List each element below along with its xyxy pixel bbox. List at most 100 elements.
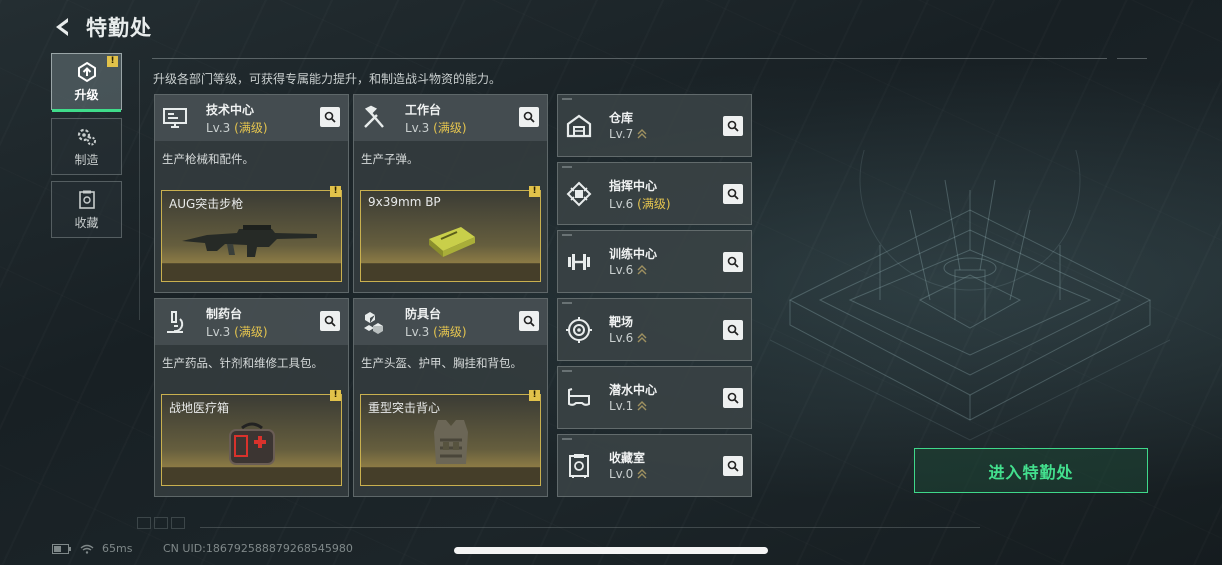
workshop-name: 工作台 [405,103,442,117]
building-level: Lv.7 [609,127,647,141]
ping-value: 65ms [102,542,133,555]
building-level: Lv.1 [609,399,647,413]
medical-kit-image [228,422,275,465]
upgrade-available-icon [637,265,647,275]
home-indicator[interactable] [454,547,768,554]
tab-collection[interactable]: 收藏 [51,181,122,238]
workshop-description: 生产药品、针剂和维修工具包。 [162,356,323,370]
workshop-description: 生产头盔、护甲、胸挂和背包。 [361,356,522,370]
tools-icon [364,105,384,128]
product-name: 9x39mm BP [368,195,441,209]
building-card-command-center[interactable]: 指挥中心 Lv.6 (满级) [557,162,752,225]
user-uid: CN UID:186792588879268545980 [163,542,353,555]
tab-upgrade[interactable]: ! 升级 [51,53,122,112]
tab-collection-label: 收藏 [74,215,99,230]
notice-icon: ! [107,56,118,67]
building-card-training-center[interactable]: 训练中心 Lv.6 [557,230,752,293]
enter-hq-button[interactable]: 进入特勤处 [914,448,1148,493]
max-level-label: (满级) [433,325,467,339]
building-card-shooting-range[interactable]: 靶场 Lv.6 [557,298,752,361]
collection-icon [78,190,95,209]
level-value: Lv.6 [609,331,634,345]
search-icon [727,324,739,336]
max-level-label: (满级) [234,121,268,135]
product-slot[interactable]: ! 9x39mm BP [360,186,541,282]
building-name: 潜水中心 [609,383,658,397]
upgrade-available-icon [637,129,647,139]
tab-upgrade-label: 升级 [74,87,99,102]
level-value: Lv.3 [206,121,231,135]
level-value: Lv.1 [609,399,634,413]
level-value: Lv.3 [405,325,430,339]
search-button[interactable] [723,116,743,136]
divider-line [1117,58,1147,59]
workshop-card-workbench[interactable]: 工作台 Lv.3 (满级) 生产子弹。 ! 9x39mm BP [353,94,548,293]
ammo-box-image [428,227,475,257]
product-name: 战地医疗箱 [169,401,230,415]
building-name: 靶场 [609,315,634,329]
search-icon [523,111,535,123]
divider-line [152,58,1107,59]
search-button[interactable] [320,311,340,331]
level-value: Lv.6 [609,263,634,277]
max-level-label: (满级) [637,197,671,211]
workshop-card-tech-center[interactable]: 技术中心 Lv.3 (满级) 生产枪械和配件。 ! AUG突击步枪 [154,94,349,293]
level-value: Lv.3 [405,121,430,135]
tab-craft[interactable]: 制造 [51,118,122,175]
search-button[interactable] [723,388,743,408]
level-value: Lv.6 [609,197,634,211]
building-name: 训练中心 [609,247,658,261]
upgrade-available-icon [637,469,647,479]
search-icon [523,315,535,327]
tab-craft-label: 制造 [74,152,99,167]
page-title: 特勤处 [86,16,152,40]
back-arrow-icon[interactable] [52,16,74,38]
product-name: AUG突击步枪 [169,197,244,211]
search-button[interactable] [723,184,743,204]
building-card-diving-center[interactable]: 潜水中心 Lv.1 [557,366,752,429]
building-name: 仓库 [609,111,634,125]
product-name: 重型突击背心 [368,401,441,415]
search-button[interactable] [320,107,340,127]
building-name: 收藏室 [609,451,646,465]
workshop-level: Lv.3 (满级) [206,323,268,340]
building-level: Lv.6 [609,331,647,345]
monitor-icon [163,108,187,128]
workshop-level: Lv.3 (满级) [405,119,467,136]
wifi-icon [80,544,94,554]
chip-icon [566,181,592,207]
notice-icon: ! [529,390,540,401]
search-button[interactable] [723,320,743,340]
search-icon [727,256,739,268]
building-card-warehouse[interactable]: 仓库 Lv.7 [557,94,752,157]
search-icon [324,111,336,123]
level-value: Lv.3 [206,325,231,339]
battery-icon [52,543,71,554]
workshop-description: 生产子弹。 [361,152,419,166]
search-icon [727,188,739,200]
search-button[interactable] [723,252,743,272]
upgrade-available-icon [637,401,647,411]
workshop-level: Lv.3 (满级) [405,323,467,340]
search-button[interactable] [519,311,539,331]
workshop-name: 技术中心 [206,103,255,117]
max-level-label: (满级) [433,121,467,135]
product-slot[interactable]: ! AUG突击步枪 [161,186,342,282]
notice-icon: ! [529,186,540,197]
vest-image [433,420,468,464]
header: 特勤处 [52,10,152,44]
diving-mask-icon [568,388,590,406]
search-button[interactable] [519,107,539,127]
gears-icon [77,128,96,145]
search-icon [727,120,739,132]
workshop-card-armor[interactable]: 防具台 Lv.3 (满级) 生产头盔、护甲、胸挂和背包。 ! 重型突击背心 [353,298,548,497]
search-button[interactable] [723,456,743,476]
workshop-card-pharmacy[interactable]: 制药台 Lv.3 (满级) 生产药品、针剂和维修工具包。 ! 战地医疗箱 [154,298,349,497]
search-icon [727,392,739,404]
workshop-level: Lv.3 (满级) [206,119,268,136]
product-slot[interactable]: ! 重型突击背心 [360,390,541,486]
divider-line [200,527,980,528]
product-slot[interactable]: ! 战地医疗箱 [161,390,342,486]
building-card-collection-room[interactable]: 收藏室 Lv.0 [557,434,752,497]
level-value: Lv.0 [609,467,634,481]
